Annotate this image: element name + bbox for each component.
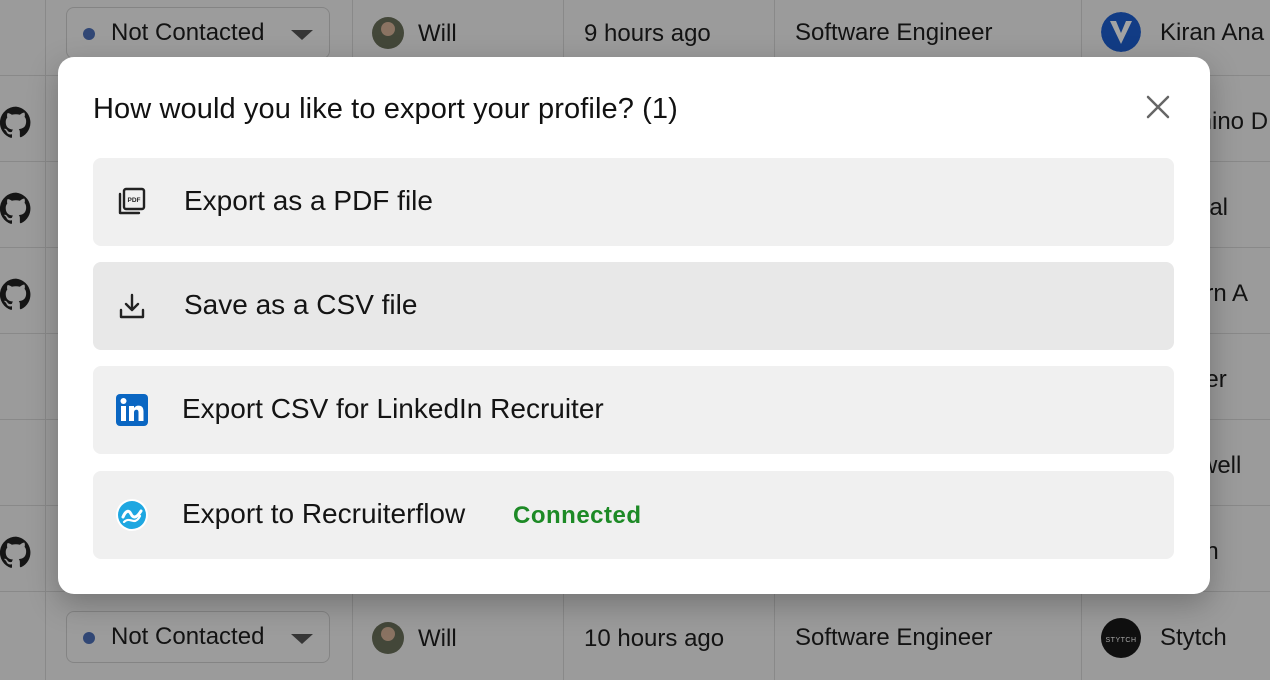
export-recruiterflow-option[interactable]: Export to Recruiterflow Connected bbox=[93, 471, 1174, 559]
close-icon[interactable] bbox=[1140, 89, 1176, 125]
recruiterflow-icon bbox=[116, 499, 148, 531]
connected-badge: Connected bbox=[513, 502, 642, 529]
export-pdf-option[interactable]: PDF Export as a PDF file bbox=[93, 158, 1174, 246]
linkedin-icon bbox=[116, 394, 148, 426]
option-label: Save as a CSV file bbox=[184, 289, 418, 320]
dialog-title: How would you like to export your profil… bbox=[93, 93, 678, 125]
save-csv-option[interactable]: Save as a CSV file bbox=[93, 262, 1174, 350]
option-label: Export as a PDF file bbox=[184, 185, 433, 216]
pdf-icon: PDF bbox=[118, 187, 146, 215]
export-dialog: How would you like to export your profil… bbox=[58, 57, 1210, 594]
svg-text:PDF: PDF bbox=[128, 197, 141, 204]
download-icon bbox=[119, 293, 145, 319]
option-label: Export to Recruiterflow bbox=[182, 498, 466, 529]
export-linkedin-option[interactable]: Export CSV for LinkedIn Recruiter bbox=[93, 366, 1174, 454]
option-label: Export CSV for LinkedIn Recruiter bbox=[182, 393, 604, 424]
